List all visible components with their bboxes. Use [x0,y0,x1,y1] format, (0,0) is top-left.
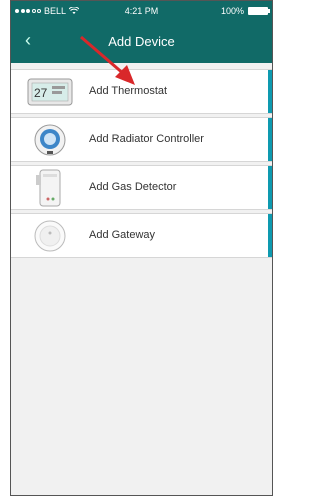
row-accent [268,214,272,257]
status-bar: BELL 4:21 PM 100% [11,1,272,21]
thermostat-display-value: 27 [34,86,48,100]
page-title: Add Device [108,34,175,49]
add-gas-detector-label: Add Gas Detector [89,181,177,193]
row-accent [268,166,272,209]
battery-percent: 100% [220,6,244,16]
add-gateway-item[interactable]: Add Gateway [11,213,272,258]
battery-status: 100% [220,6,270,16]
gas-detector-icon [27,169,73,207]
thermostat-icon: 27 [27,76,73,108]
row-accent [268,70,272,113]
add-thermostat-label: Add Thermostat [89,85,168,97]
add-gateway-label: Add Gateway [89,229,156,241]
row-accent [268,118,272,161]
add-radiator-controller-label: Add Radiator Controller [89,133,204,145]
device-list: 27 Add Thermostat Add Radiator Controlle… [11,69,272,261]
add-radiator-controller-item[interactable]: Add Radiator Controller [11,117,272,162]
phone-screen: BELL 4:21 PM 100% ‹ Add Device 27 Add Th… [10,0,273,496]
gateway-icon [27,220,73,252]
add-gas-detector-item[interactable]: Add Gas Detector [11,165,272,210]
radiator-controller-icon [27,124,73,156]
add-thermostat-item[interactable]: 27 Add Thermostat [11,69,272,114]
nav-bar: ‹ Add Device [11,21,272,63]
battery-icon [248,7,270,15]
